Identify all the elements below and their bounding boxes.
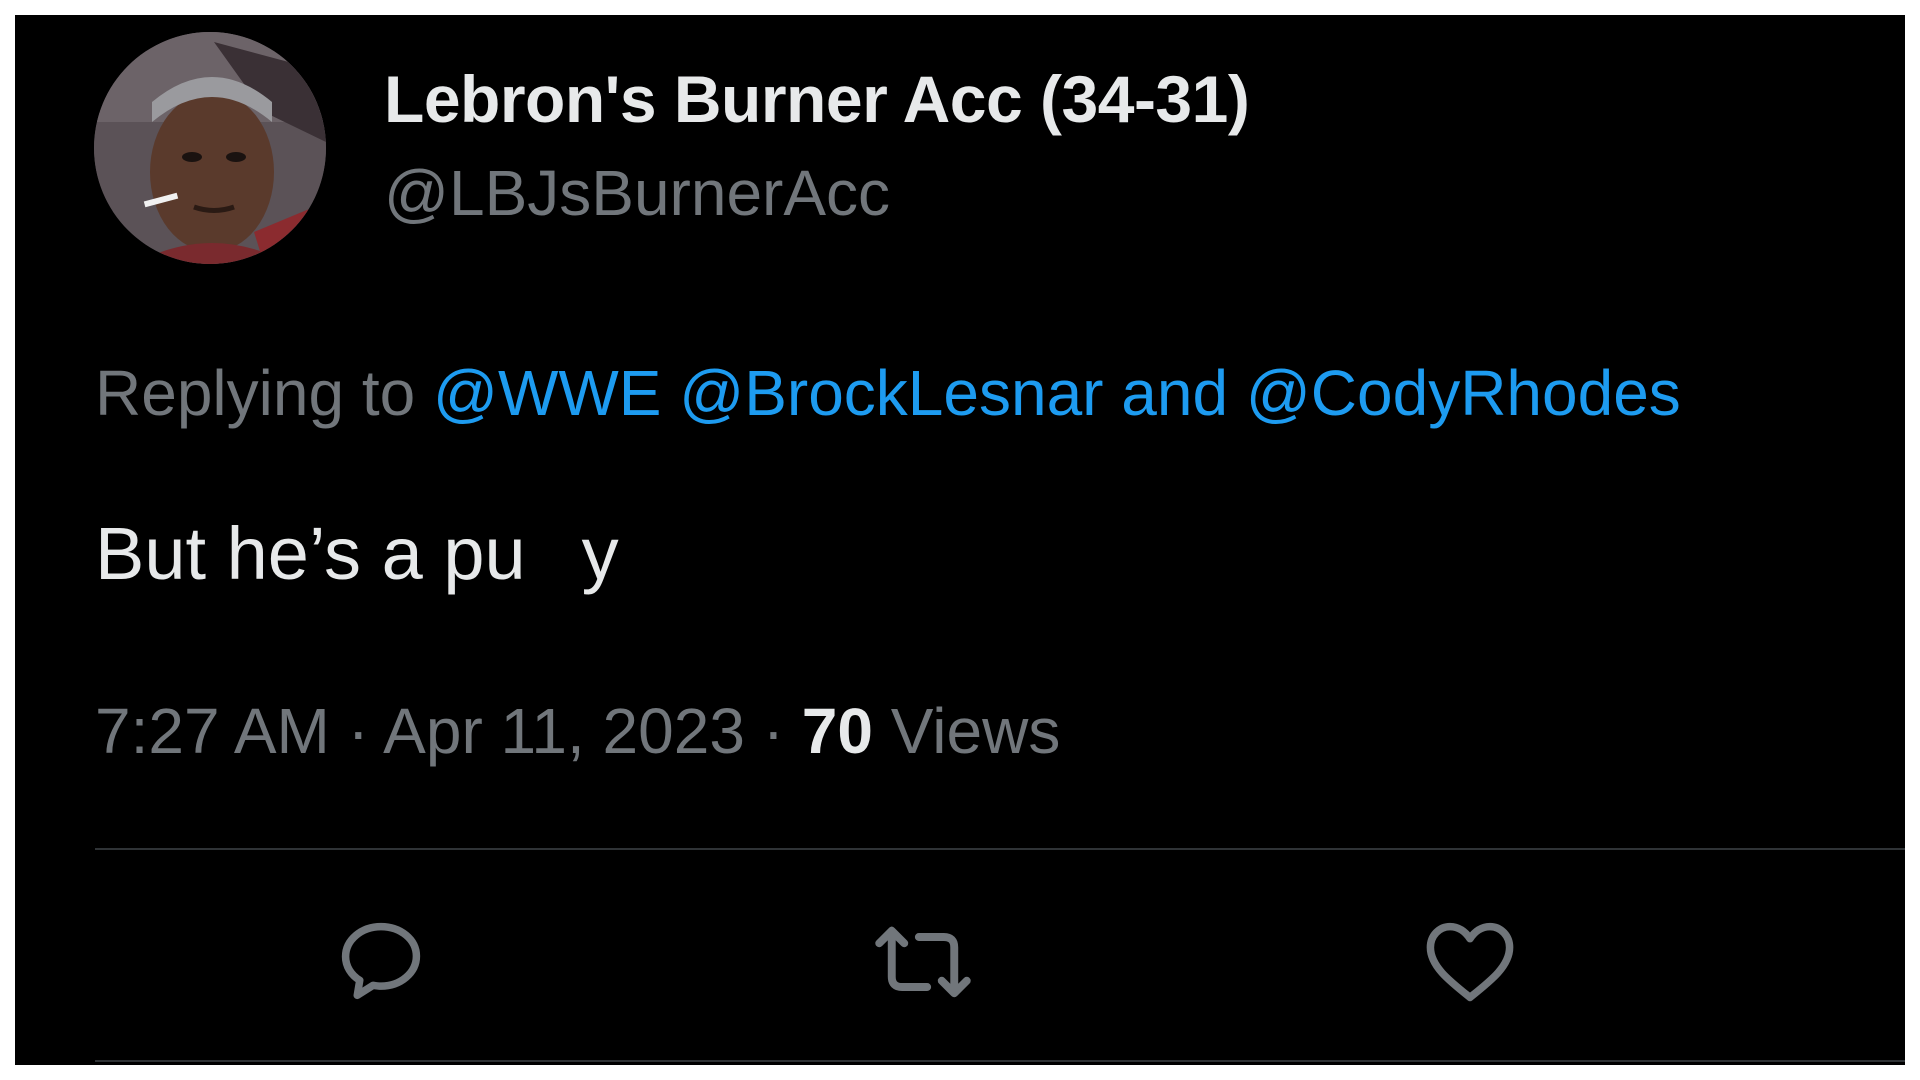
censor-blot	[525, 525, 582, 585]
retweet-arrows-icon	[875, 926, 971, 998]
replying-to-label: Replying to	[95, 357, 416, 429]
tweet-card: Lebron's Burner Acc (34-31) @LBJsBurnerA…	[15, 15, 1905, 1065]
tweet-text-start: But he’s a pu	[95, 512, 526, 595]
retweet-button[interactable]	[873, 912, 973, 1012]
meta-separator: ·	[762, 695, 784, 767]
divider	[95, 1060, 1905, 1062]
reply-button[interactable]	[331, 912, 431, 1012]
tweet-time[interactable]: 7:27 AM	[95, 695, 330, 767]
tweet-metadata: 7:27 AM · Apr 11, 2023 · 70 Views	[95, 691, 1060, 771]
mention-link-codyrhodes[interactable]: @CodyRhodes	[1246, 357, 1681, 429]
comment-bubble-icon	[341, 922, 421, 1000]
meta-separator: ·	[347, 695, 369, 767]
like-button[interactable]	[1420, 912, 1520, 1012]
views-label: Views	[890, 695, 1061, 767]
mention-link-wwe[interactable]: @WWE	[433, 357, 661, 429]
mention-conjunction: and	[1121, 357, 1229, 429]
views-count: 70	[801, 695, 873, 767]
tweet-date[interactable]: Apr 11, 2023	[383, 695, 745, 767]
avatar[interactable]	[94, 32, 326, 264]
display-name[interactable]: Lebron's Burner Acc (34-31)	[384, 59, 1250, 139]
divider	[95, 848, 1905, 850]
user-handle[interactable]: @LBJsBurnerAcc	[384, 155, 890, 231]
heart-outline-icon	[1426, 922, 1514, 1002]
replying-to-line: Replying to @WWE @BrockLesnar and @CodyR…	[95, 353, 1681, 433]
profile-photo	[94, 32, 326, 264]
mention-link-brocklesnar[interactable]: @BrockLesnar	[679, 357, 1103, 429]
tweet-text: But he’s a pu y	[95, 509, 619, 599]
tweet-text-end: y	[581, 512, 619, 595]
